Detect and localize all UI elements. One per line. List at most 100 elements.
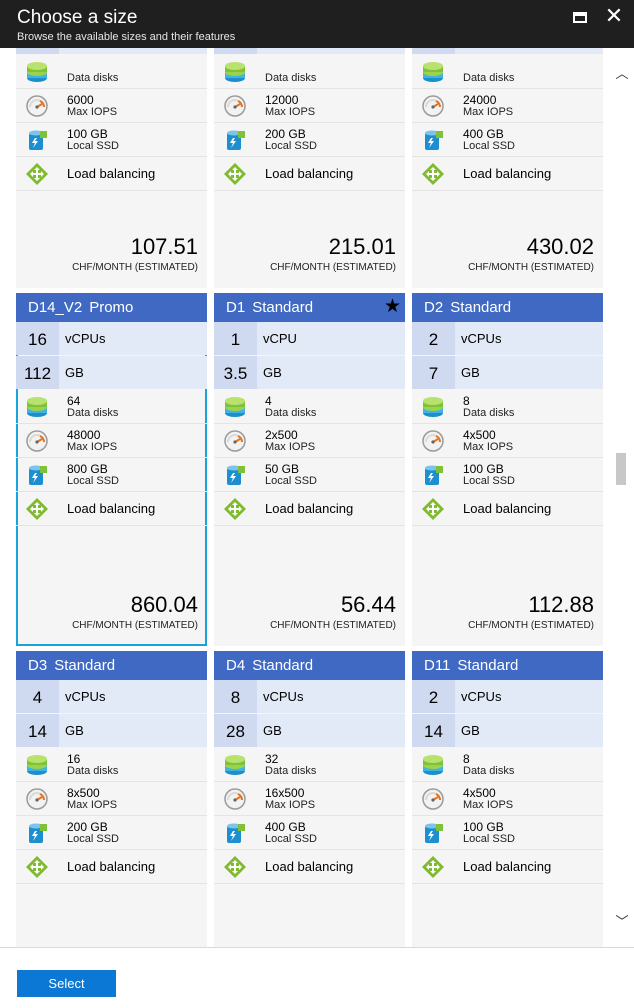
memory-value [214, 48, 257, 54]
price-unit: CHF/MONTH (ESTIMATED) [72, 262, 198, 273]
load-balancing-icon [224, 163, 246, 185]
vcpu-row: 16 vCPUs [16, 322, 207, 355]
scroll-up-icon[interactable]: ︿ [614, 66, 630, 82]
memory-value [412, 48, 455, 54]
monthly-price: 860.04 [130, 592, 198, 617]
memory-row: 3.5 GB [214, 356, 405, 389]
vcpu-row: 1 vCPU [214, 322, 405, 355]
size-tier: Standard [450, 299, 512, 316]
memory-value [16, 48, 59, 54]
load-balancing-icon [26, 163, 48, 185]
size-card[interactable]: D3 Standard 4 vCPUs 14 GB 16 Data disks [16, 651, 207, 947]
monthly-price: 112.88 [528, 592, 594, 617]
local-ssd-label: Local SSD [67, 833, 119, 845]
memory-row: 14 GB [412, 714, 603, 747]
local-ssd-row: 200 GB Local SSD [16, 816, 207, 850]
vcpu-row: 2 vCPUs [412, 322, 603, 355]
data-disks-icon [27, 62, 47, 82]
gauge-icon [26, 95, 48, 117]
size-card[interactable]: D2 Standard 2 vCPUs 7 GB 8 Data disks 4x… [412, 293, 603, 646]
ssd-icon [227, 130, 245, 150]
scrollbar[interactable]: ︿ ﹀ [610, 48, 634, 947]
load-balancing-icon [26, 856, 48, 878]
data-disks-icon [225, 397, 245, 417]
local-ssd-row: 400 GB Local SSD [214, 816, 405, 850]
card-header: D1 Standard ★ [214, 293, 405, 322]
gauge-icon [422, 788, 444, 810]
data-disks-row: 8 Data disks [412, 748, 603, 782]
ssd-icon [425, 465, 443, 485]
data-disks-row: Data disks [412, 55, 603, 89]
memory-unit: GB [263, 365, 282, 380]
iops-label: Max IOPS [67, 106, 118, 118]
price-unit: CHF/MONTH (ESTIMATED) [72, 620, 198, 631]
memory-value: 7 [412, 356, 455, 389]
local-ssd-row: 100 GB Local SSD [412, 458, 603, 492]
load-balancing-row: Load balancing [214, 850, 405, 884]
select-button[interactable]: Select [17, 970, 116, 997]
load-balancing-row: Load balancing [412, 850, 603, 884]
price-unit: CHF/MONTH (ESTIMATED) [468, 262, 594, 273]
local-ssd-row: 100 GB Local SSD [412, 816, 603, 850]
data-disks-icon [27, 397, 47, 417]
memory-unit: GB [65, 723, 84, 738]
vcpu-unit: vCPUs [263, 689, 304, 704]
size-card[interactable]: Data disks 24000 Max IOPS 400 GB Local S… [412, 48, 603, 288]
scroll-down-icon[interactable]: ﹀ [614, 914, 630, 930]
memory-value: 28 [214, 714, 257, 747]
ssd-icon [227, 823, 245, 843]
local-ssd-label: Local SSD [463, 475, 515, 487]
data-disks-icon [27, 755, 47, 775]
iops-label: Max IOPS [463, 106, 514, 118]
load-balancing-label: Load balancing [67, 859, 156, 874]
close-icon[interactable]: ✕ [602, 4, 626, 28]
load-balancing-row: Load balancing [214, 492, 405, 526]
iops-label: Max IOPS [67, 799, 118, 811]
iops-row: 48000 Max IOPS [16, 424, 207, 458]
load-balancing-row: Load balancing [16, 492, 207, 526]
load-balancing-label: Load balancing [463, 859, 552, 874]
ssd-icon [29, 823, 47, 843]
maximize-icon[interactable] [571, 9, 589, 27]
memory-unit: GB [263, 723, 282, 738]
memory-value: 112 [16, 356, 59, 389]
scrollbar-thumb[interactable] [616, 453, 626, 485]
data-disks-row: 32 Data disks [214, 748, 405, 782]
data-disks-row: Data disks [214, 55, 405, 89]
iops-label: Max IOPS [265, 441, 316, 453]
load-balancing-row: Load balancing [214, 157, 405, 191]
size-card[interactable]: D1 Standard ★ 1 vCPU 3.5 GB 4 Data disks [214, 293, 405, 646]
data-disks-label: Data disks [265, 72, 317, 84]
data-disks-label: Data disks [265, 765, 317, 777]
iops-row: 12000 Max IOPS [214, 89, 405, 123]
data-disks-label: Data disks [463, 72, 515, 84]
load-balancing-label: Load balancing [463, 501, 552, 516]
data-disks-label: Data disks [67, 72, 119, 84]
vcpu-value: 1 [214, 322, 257, 355]
local-ssd-label: Local SSD [265, 475, 317, 487]
gauge-icon [26, 430, 48, 452]
card-header: D14_V2 Promo [16, 293, 207, 322]
size-name: D4 [226, 657, 246, 674]
load-balancing-label: Load balancing [67, 166, 156, 181]
size-card[interactable]: Data disks 6000 Max IOPS 100 GB Local SS… [16, 48, 207, 288]
size-card[interactable]: D11 Standard 2 vCPUs 14 GB 8 Data disks [412, 651, 603, 947]
size-tier: Standard [457, 657, 519, 674]
data-disks-row: 16 Data disks [16, 748, 207, 782]
size-name: D3 [28, 657, 48, 674]
data-disks-icon [225, 755, 245, 775]
size-card[interactable]: D14_V2 Promo 16 vCPUs 112 GB 64 Data disk… [16, 293, 207, 646]
memory-row: 28 GB [214, 714, 405, 747]
vcpu-unit: vCPU [263, 331, 297, 346]
size-name: D1 [226, 299, 246, 316]
data-disks-row: 64 Data disks [16, 390, 207, 424]
load-balancing-row: Load balancing [16, 850, 207, 884]
size-card[interactable]: Data disks 12000 Max IOPS 200 GB Local S… [214, 48, 405, 288]
iops-label: Max IOPS [265, 106, 316, 118]
size-card[interactable]: D4 Standard 8 vCPUs 28 GB 32 Data disks [214, 651, 405, 947]
card-header: D11 Standard [412, 651, 603, 680]
data-disks-icon [225, 62, 245, 82]
memory-row: 7 GB [412, 356, 603, 389]
memory-row [412, 48, 603, 54]
ssd-icon [29, 130, 47, 150]
